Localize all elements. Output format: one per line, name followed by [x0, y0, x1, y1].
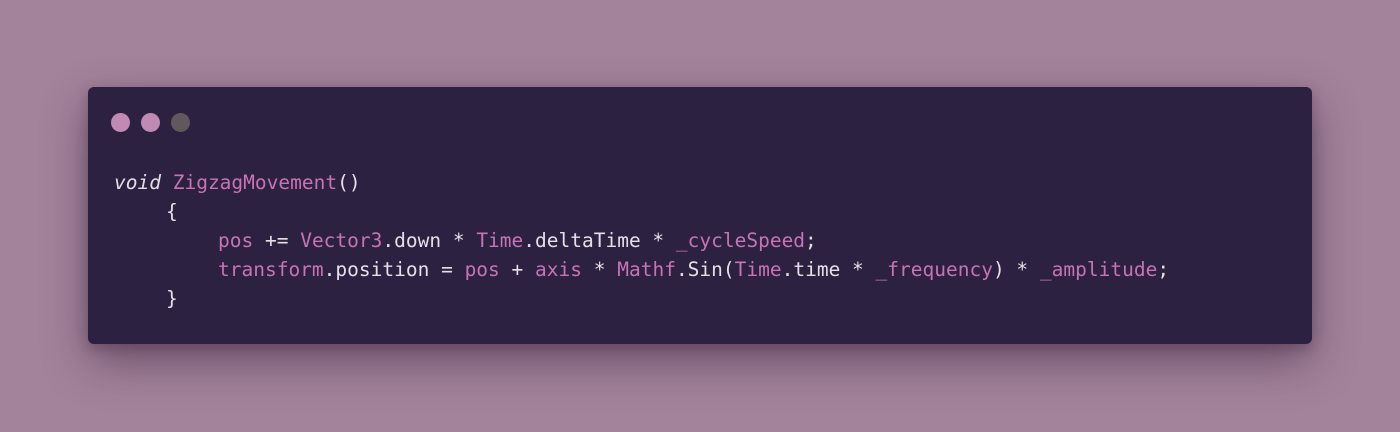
code-line: transform.position = pos + axis * Mathf.…: [114, 255, 1169, 284]
code-line: {: [114, 197, 1169, 226]
code-token: Mathf: [617, 258, 676, 281]
code-token: ;: [1157, 258, 1170, 281]
code-token: .position =: [323, 258, 465, 281]
code-token: _frequency: [875, 258, 993, 281]
code-token: }: [166, 287, 178, 310]
code-token: Time: [734, 258, 782, 281]
code-token: pos: [218, 229, 254, 252]
code-token: _cycleSpeed: [675, 229, 806, 252]
window-controls: [111, 113, 190, 132]
maximize-dot-icon[interactable]: [171, 113, 190, 132]
code-token: .deltaTime *: [523, 229, 676, 252]
code-token: {: [166, 200, 178, 223]
code-token: void: [114, 171, 161, 194]
code-token: Vector3: [300, 229, 383, 252]
code-token: pos: [464, 258, 500, 281]
minimize-dot-icon[interactable]: [141, 113, 160, 132]
code-token: +: [499, 258, 536, 281]
code-token: ;: [805, 229, 817, 252]
code-token: .down *: [382, 229, 477, 252]
code-window: void ZigzagMovement() { pos += Vector3.dow…: [88, 87, 1312, 344]
code-block: void ZigzagMovement() { pos += Vector3.dow…: [114, 168, 1169, 313]
code-token: .Sin(: [675, 258, 735, 281]
code-token: axis: [535, 258, 582, 281]
code-token: +=: [253, 229, 301, 252]
code-token: Time: [476, 229, 524, 252]
code-token: transform: [218, 258, 324, 281]
code-token: _amplitude: [1039, 258, 1158, 281]
code-token: *: [582, 258, 618, 281]
code-line: }: [114, 284, 1169, 313]
code-line: pos += Vector3.down * Time.deltaTime * _…: [114, 226, 1169, 255]
code-token: .time *: [781, 258, 876, 281]
code-line: void ZigzagMovement(): [114, 168, 1169, 197]
code-token: ZigzagMovement: [172, 171, 338, 194]
code-token: ) *: [992, 258, 1040, 281]
code-token: (): [337, 171, 361, 194]
close-dot-icon[interactable]: [111, 113, 130, 132]
